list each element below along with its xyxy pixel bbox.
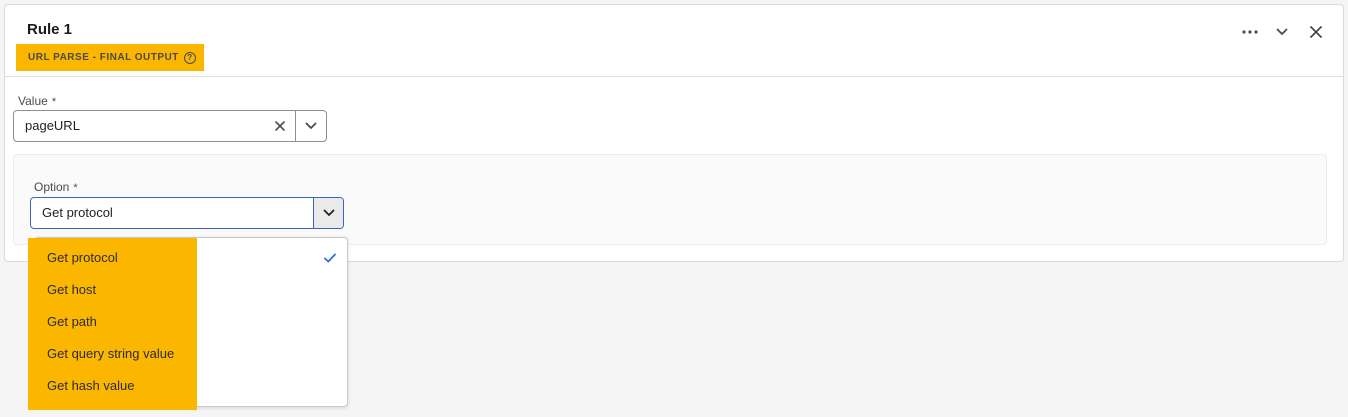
close-icon[interactable] — [1305, 21, 1327, 43]
checkmark-icon — [324, 242, 336, 274]
menu-item-get-hash-value[interactable]: Get hash value — [34, 370, 348, 402]
chevron-down-icon — [305, 122, 317, 129]
rule-type-label: URL PARSE - FINAL OUTPUT — [28, 52, 179, 63]
option-dropdown-button[interactable] — [313, 198, 343, 228]
chevron-down-icon — [323, 209, 334, 216]
menu-item-get-host[interactable]: Get host — [34, 274, 348, 306]
menu-item-get-query-string-value[interactable]: Get query string value — [34, 338, 348, 370]
clear-icon[interactable] — [265, 111, 295, 141]
value-combobox[interactable]: pageURL — [13, 110, 327, 142]
rule-type-tag: URL PARSE - FINAL OUTPUT ? — [16, 44, 204, 71]
menu-item-label: Get path — [47, 314, 97, 329]
required-marker: * — [51, 96, 57, 108]
option-label-text: Option — [34, 180, 70, 194]
value-label-text: Value — [18, 94, 48, 108]
option-label: Option * — [34, 180, 78, 194]
option-select[interactable]: Get protocol — [30, 197, 344, 229]
menu-item-get-path[interactable]: Get path — [34, 306, 348, 338]
chevron-down-icon[interactable] — [1271, 21, 1293, 43]
value-label: Value * — [18, 94, 56, 108]
menu-item-get-protocol[interactable]: Get protocol — [34, 242, 348, 274]
required-marker: * — [73, 182, 78, 194]
menu-item-label: Get hash value — [47, 378, 135, 393]
rule-title: Rule 1 — [27, 21, 73, 38]
value-dropdown-button[interactable] — [295, 111, 326, 141]
value-input[interactable]: pageURL — [14, 111, 265, 141]
help-icon[interactable]: ? — [183, 51, 196, 64]
rule-header: Rule 1 URL PARSE - FINAL OUTPUT ? — [5, 5, 1343, 77]
menu-item-label: Get query string value — [47, 346, 175, 361]
option-selected-value[interactable]: Get protocol — [31, 198, 313, 228]
menu-item-label: Get protocol — [47, 250, 118, 265]
menu-item-label: Get host — [47, 282, 97, 297]
more-icon[interactable] — [1239, 21, 1261, 43]
